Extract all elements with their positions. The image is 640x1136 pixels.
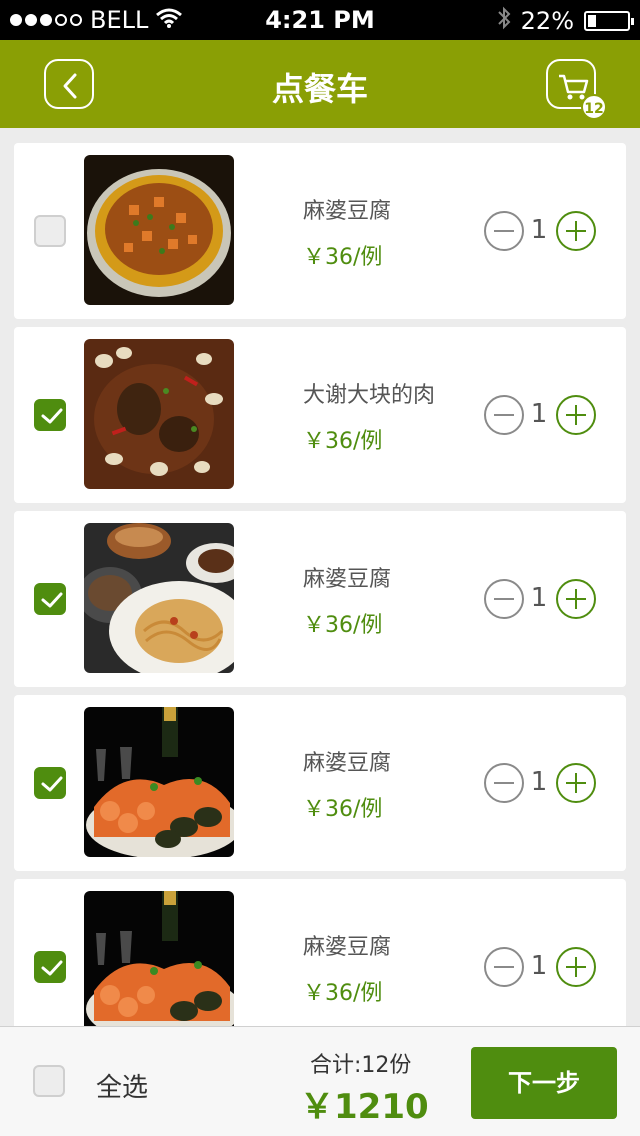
checkout-bar: 全选 合计:12份 ￥1210 下一步 bbox=[0, 1026, 640, 1136]
dish-image bbox=[84, 155, 234, 305]
cart-count-badge: 12 bbox=[581, 94, 607, 120]
check-icon bbox=[41, 408, 63, 424]
dish-image bbox=[84, 891, 234, 1026]
order-total: ￥1210 bbox=[300, 1087, 429, 1127]
battery-percent: 22% bbox=[520, 7, 574, 35]
item-checkbox[interactable] bbox=[34, 767, 66, 799]
status-bar: BELL 4:21 PM 22% bbox=[0, 0, 640, 40]
quantity-value: 1 bbox=[530, 399, 548, 429]
battery-fill bbox=[588, 15, 596, 27]
decrease-button[interactable] bbox=[484, 579, 524, 619]
bluetooth-icon bbox=[497, 6, 511, 36]
decrease-button[interactable] bbox=[484, 395, 524, 435]
page-title: 点餐车 bbox=[271, 70, 368, 108]
cart-item: 麻婆豆腐 ￥36/例 1 bbox=[14, 143, 626, 319]
quantity-value: 1 bbox=[530, 215, 548, 245]
nav-bar: 点餐车 12 bbox=[0, 40, 640, 128]
dish-price: ￥36/例 bbox=[303, 245, 383, 270]
dish-image bbox=[84, 707, 234, 857]
order-summary: 合计:12份 bbox=[310, 1053, 412, 1078]
dish-price: ￥36/例 bbox=[303, 429, 383, 454]
check-icon bbox=[41, 776, 63, 792]
select-all-checkbox[interactable] bbox=[33, 1065, 65, 1097]
item-checkbox[interactable] bbox=[34, 951, 66, 983]
decrease-button[interactable] bbox=[484, 211, 524, 251]
increase-button[interactable] bbox=[556, 211, 596, 251]
quantity-value: 1 bbox=[530, 767, 548, 797]
dish-price: ￥36/例 bbox=[303, 797, 383, 822]
increase-button[interactable] bbox=[556, 579, 596, 619]
item-checkbox[interactable] bbox=[34, 399, 66, 431]
decrease-button[interactable] bbox=[484, 947, 524, 987]
dish-image bbox=[84, 339, 234, 489]
check-icon bbox=[41, 960, 63, 976]
increase-button[interactable] bbox=[556, 395, 596, 435]
dish-price: ￥36/例 bbox=[303, 613, 383, 638]
dish-name: 大谢大块的肉 bbox=[303, 383, 436, 408]
quantity-value: 1 bbox=[530, 583, 548, 613]
cart-item: 麻婆豆腐 ￥36/例 1 bbox=[14, 695, 626, 871]
cart-list[interactable]: 麻婆豆腐 ￥36/例 1 大谢大块的肉 ￥36/例 1 麻婆豆腐 ￥36/例 1… bbox=[0, 128, 640, 1026]
dish-name: 麻婆豆腐 bbox=[303, 935, 392, 960]
dish-name: 麻婆豆腐 bbox=[303, 751, 392, 776]
item-checkbox[interactable] bbox=[34, 583, 66, 615]
dish-image bbox=[84, 523, 234, 673]
check-icon bbox=[41, 592, 63, 608]
increase-button[interactable] bbox=[556, 947, 596, 987]
battery-icon bbox=[584, 11, 634, 31]
decrease-button[interactable] bbox=[484, 763, 524, 803]
cart-item: 麻婆豆腐 ￥36/例 1 bbox=[14, 879, 626, 1026]
cart-item: 大谢大块的肉 ￥36/例 1 bbox=[14, 327, 626, 503]
status-right: 22% bbox=[497, 6, 634, 36]
next-step-button[interactable]: 下一步 bbox=[471, 1047, 617, 1119]
dish-name: 麻婆豆腐 bbox=[303, 199, 392, 224]
dish-name: 麻婆豆腐 bbox=[303, 567, 392, 592]
cart-item: 麻婆豆腐 ￥36/例 1 bbox=[14, 511, 626, 687]
select-all-label[interactable]: 全选 bbox=[96, 1067, 148, 1104]
dish-price: ￥36/例 bbox=[303, 981, 383, 1006]
item-checkbox[interactable] bbox=[34, 215, 66, 247]
quantity-value: 1 bbox=[530, 951, 548, 981]
increase-button[interactable] bbox=[556, 763, 596, 803]
